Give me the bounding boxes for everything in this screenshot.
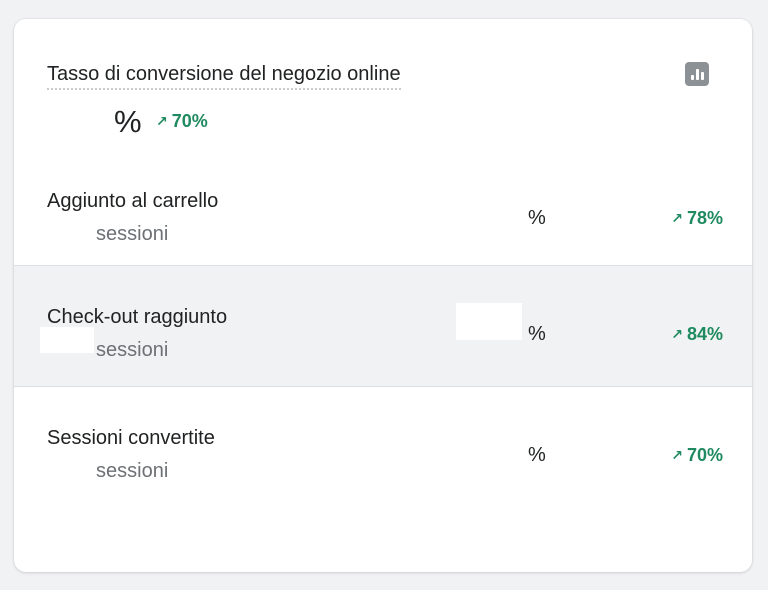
row-change-value: 78%	[686, 208, 723, 228]
trend-up-icon: ↗	[671, 326, 683, 342]
conversion-rate-change: ↗ 70%	[156, 110, 208, 133]
row-change: ↗ 70%	[671, 443, 723, 468]
funnel-row-added-to-cart: Aggiunto al carrello sessioni % ↗ 78%	[14, 150, 752, 270]
row-percent: %	[528, 323, 546, 345]
card-title[interactable]: Tasso di conversione del negozio online	[47, 61, 401, 90]
chart-bar-1	[691, 75, 694, 80]
row-change: ↗ 84%	[671, 322, 723, 347]
row-change-value: 84%	[686, 324, 723, 344]
conversion-rate-change-value: 70%	[171, 111, 208, 131]
funnel-row-checkout-reached[interactable]: Check-out raggiunto sessioni % ↗ 84%	[14, 266, 752, 386]
conversion-rate-card: Tasso di conversione del negozio online …	[14, 19, 752, 572]
row-change: ↗ 78%	[671, 206, 723, 231]
row-label: Aggiunto al carrello	[47, 190, 219, 212]
trend-up-icon: ↗	[671, 447, 683, 463]
redacted-value	[40, 327, 94, 353]
row-sessions: sessioni	[96, 339, 169, 361]
bar-chart-icon[interactable]	[685, 62, 709, 86]
redacted-value	[456, 303, 522, 340]
row-change-value: 70%	[686, 445, 723, 465]
row-label: Sessioni convertite	[47, 427, 215, 449]
row-sessions: sessioni	[96, 460, 169, 482]
funnel-row-converted-sessions: Sessioni convertite sessioni % ↗ 70%	[14, 387, 752, 507]
chart-bar-3	[701, 72, 704, 80]
conversion-rate-value: %	[114, 104, 142, 139]
row-percent: %	[528, 444, 546, 466]
chart-bar-2	[696, 69, 699, 80]
row-percent: %	[528, 207, 546, 229]
row-sessions: sessioni	[96, 223, 169, 245]
trend-up-icon: ↗	[156, 113, 168, 129]
trend-up-icon: ↗	[671, 210, 683, 226]
